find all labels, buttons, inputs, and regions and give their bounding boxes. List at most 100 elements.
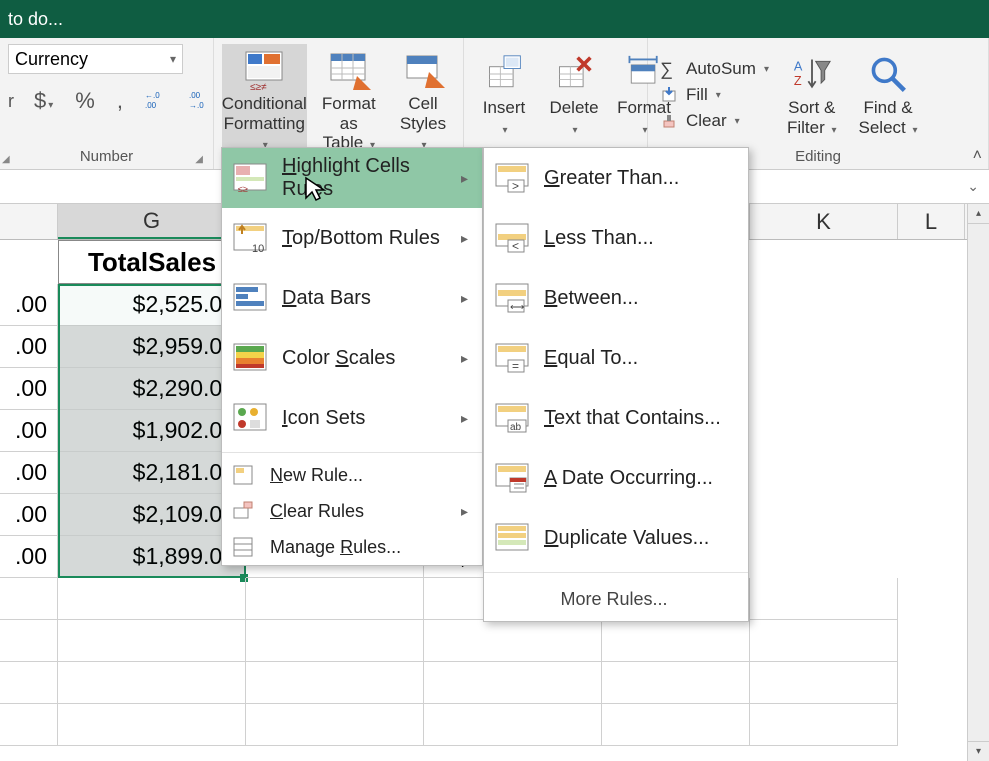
menu-icon-sets[interactable]: Icon Sets ▸ — [222, 388, 482, 448]
icon-sets-icon — [232, 400, 268, 436]
submenu-greater-than[interactable]: > Greater Than... — [484, 148, 748, 208]
collapse-ribbon-icon[interactable]: ˄ — [973, 147, 982, 165]
cell-g-4[interactable]: $1,902.00 — [58, 410, 246, 452]
less-than-icon: < — [494, 220, 530, 256]
comma-format-button[interactable]: , — [111, 86, 129, 116]
cell-f-5[interactable]: .00 — [0, 452, 58, 494]
insert-button[interactable]: Insert▾ — [472, 48, 536, 141]
delete-button[interactable]: Delete▾ — [542, 48, 606, 141]
cell-empty[interactable] — [58, 620, 246, 662]
scroll-up-icon[interactable]: ▴ — [968, 204, 989, 224]
cell-f-2[interactable]: .00 — [0, 326, 58, 368]
submenu-less-than[interactable]: < Less Than... — [484, 208, 748, 268]
cell-f-4[interactable]: .00 — [0, 410, 58, 452]
menu-label: Less Than... — [544, 227, 654, 250]
increase-decimal-button[interactable]: ←.0.00 — [139, 87, 173, 116]
fill-label: Fill — [686, 85, 708, 105]
cell-f-6[interactable]: .00 — [0, 494, 58, 536]
submenu-arrow-icon: ▸ — [461, 170, 468, 187]
svg-text:ab: ab — [510, 422, 522, 433]
number-dialog-launcher-icon[interactable]: ◢ — [195, 154, 203, 165]
column-header-k[interactable]: K — [750, 204, 898, 239]
cell-g-2[interactable]: $2,959.00 — [58, 326, 246, 368]
cell-empty[interactable] — [246, 704, 424, 746]
cell-empty[interactable] — [750, 704, 898, 746]
cell-empty[interactable] — [0, 620, 58, 662]
conditional-formatting-button[interactable]: ≤≥≠ Conditional Formatting ▾ — [222, 44, 307, 157]
menu-data-bars[interactable]: Data Bars ▸ — [222, 268, 482, 328]
cell-empty[interactable] — [246, 662, 424, 704]
ribbon-group-number: Currency r $▾ % , ←.0.00 .00→.0 Number◢ … — [0, 38, 214, 169]
column-header-f[interactable] — [0, 204, 58, 239]
cell-empty[interactable] — [424, 620, 602, 662]
cell-f-3[interactable]: .00 — [0, 368, 58, 410]
cell-empty[interactable] — [750, 662, 898, 704]
cell-empty[interactable] — [0, 578, 58, 620]
sort-filter-icon: AZ — [790, 52, 834, 96]
find-select-button[interactable]: Find & Select ▾ — [851, 48, 926, 141]
cell-empty[interactable] — [58, 578, 246, 620]
menu-color-scales[interactable]: Color Scales ▸ — [222, 328, 482, 388]
column-header-l[interactable]: L — [898, 204, 965, 239]
submenu-arrow-icon: ▸ — [461, 230, 468, 247]
submenu-more-rules[interactable]: More Rules... — [484, 577, 748, 621]
cell-empty[interactable] — [58, 662, 246, 704]
submenu-equal-to[interactable]: = Equal To... — [484, 328, 748, 388]
autosum-label: AutoSum — [686, 59, 756, 79]
svg-text:Z: Z — [794, 73, 802, 88]
text-contains-icon: ab — [494, 400, 530, 436]
decrease-decimal-button[interactable]: .00→.0 — [183, 87, 217, 116]
cell-empty[interactable] — [750, 578, 898, 620]
svg-text:<: < — [512, 239, 519, 253]
cell-empty[interactable] — [0, 662, 58, 704]
menu-label: Highlight Cells Rules — [282, 155, 447, 201]
cell-g-3[interactable]: $2,290.00 — [58, 368, 246, 410]
cell-empty[interactable] — [750, 620, 898, 662]
cell-empty[interactable] — [246, 620, 424, 662]
formula-bar-expand-icon[interactable]: ⌄ — [957, 178, 989, 195]
cell-g-1[interactable]: $2,525.00 — [58, 284, 246, 326]
menu-label: Equal To... — [544, 347, 638, 370]
vertical-scrollbar[interactable]: ▴ ▾ — [967, 204, 989, 761]
cell-empty[interactable] — [58, 704, 246, 746]
cell-empty[interactable] — [424, 662, 602, 704]
new-rule-icon — [232, 464, 254, 486]
cell-empty[interactable] — [602, 704, 750, 746]
cell-total-sales-header[interactable]: TotalSales — [58, 240, 246, 284]
menu-highlight-cells-rules[interactable]: ≤≥ Highlight Cells Rules ▸ — [222, 148, 482, 208]
percent-format-button[interactable]: % — [69, 86, 101, 116]
cell-empty[interactable] — [0, 704, 58, 746]
menu-manage-rules[interactable]: Manage Rules... — [222, 529, 482, 565]
cell-empty[interactable] — [602, 662, 750, 704]
cell-g-6[interactable]: $2,109.00 — [58, 494, 246, 536]
cell-g-7[interactable]: $1,899.00 — [58, 536, 246, 578]
submenu-duplicate-values[interactable]: Duplicate Values... — [484, 508, 748, 568]
menu-new-rule[interactable]: New Rule... — [222, 457, 482, 493]
menu-label: Between... — [544, 287, 639, 310]
cell-empty[interactable] — [424, 704, 602, 746]
submenu-text-contains[interactable]: ab Text that Contains... — [484, 388, 748, 448]
number-format-select[interactable]: Currency — [8, 44, 183, 74]
number-dialog-launcher-icon-left[interactable]: ◢ — [2, 154, 10, 165]
column-header-g[interactable]: G — [58, 204, 246, 239]
sort-filter-button[interactable]: AZ Sort & Filter ▾ — [779, 48, 845, 141]
autosum-button[interactable]: ∑ AutoSum▾ — [656, 57, 773, 81]
menu-clear-rules[interactable]: Clear Rules ▸ — [222, 493, 482, 529]
cell-g-5[interactable]: $2,181.00 — [58, 452, 246, 494]
cell-empty[interactable] — [246, 578, 424, 620]
clear-button[interactable]: Clear▾ — [656, 109, 773, 133]
conditional-formatting-label: Conditional Formatting ▾ — [222, 94, 307, 153]
format-as-table-button[interactable]: Format as Table ▾ — [313, 44, 385, 157]
cell-f-1[interactable]: .00 — [0, 284, 58, 326]
submenu-date-occurring[interactable]: A Date Occurring... — [484, 448, 748, 508]
cell-f-7[interactable]: .00 — [0, 536, 58, 578]
menu-top-bottom-rules[interactable]: 10 Top/Bottom Rules ▸ — [222, 208, 482, 268]
cell-styles-button[interactable]: Cell Styles ▾ — [391, 44, 455, 157]
fill-button[interactable]: Fill▾ — [656, 83, 773, 107]
cell-empty[interactable] — [602, 620, 750, 662]
submenu-between[interactable]: ⟷ Between... — [484, 268, 748, 328]
submenu-arrow-icon: ▸ — [461, 290, 468, 307]
cell-styles-label: Cell Styles ▾ — [399, 94, 447, 153]
scroll-down-icon[interactable]: ▾ — [968, 741, 989, 761]
accounting-format-button[interactable]: $▾ — [28, 86, 59, 116]
